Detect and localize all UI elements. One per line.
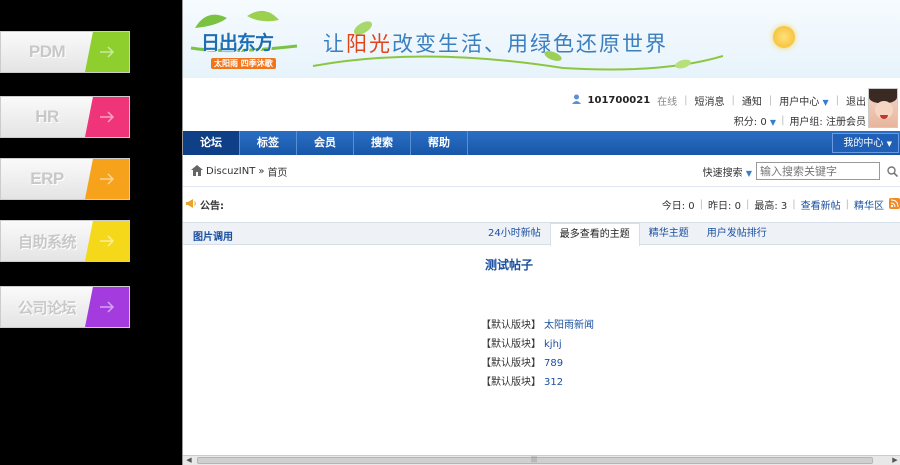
nav-item-0[interactable]: 论坛 [183, 131, 240, 155]
chevron-down-icon: ▼ [769, 118, 777, 127]
scroll-right-icon: ▶ [892, 456, 898, 464]
browser-window: 日出东方 太阳雨 四季沐歌 让阳光改变生活、用绿色还原世界 101700021 … [182, 0, 900, 465]
post-title[interactable]: 测试帖子 [485, 256, 533, 273]
forum-stats: 今日: 0 | 昨日: 0 | 最高: 3 | 查看新帖 | 精华区 [662, 197, 900, 212]
list-item: 【默认版块】 kjhj [481, 335, 594, 354]
notify-link[interactable]: 通知 [742, 93, 762, 108]
points-menu[interactable]: 积分: 0 ▼ [734, 113, 776, 128]
list-item: 【默认版块】 太阳雨新闻 [481, 316, 594, 335]
breadcrumb: DiscuzINT » 首页 [191, 164, 287, 179]
panel-tab-1[interactable]: 最多查看的主题 [549, 223, 640, 246]
post-board[interactable]: 【默认版块】 [481, 316, 541, 335]
panel-title: 图片调用 [193, 232, 233, 243]
sidebar-tile-3[interactable]: 自助系统 [0, 220, 130, 262]
post-link[interactable]: kjhj [544, 335, 562, 354]
sidebar-tile-0[interactable]: PDM [0, 31, 130, 73]
rss-icon[interactable] [889, 197, 900, 212]
user-icon [571, 94, 581, 107]
announcement: 公告: [185, 197, 224, 212]
post-board[interactable]: 【默认版块】 [481, 373, 541, 392]
user-bar: 101700021 在线 | 短消息 | 通知 | 用户中心 ▼ | 退出 [571, 93, 866, 108]
image-panel-header: 图片调用 24小时新帖 最多查看的主题 精华主题 用户发帖排行 [183, 222, 900, 246]
digest-zone-link[interactable]: 精华区 [854, 197, 884, 212]
list-item: 【默认版块】 789 [481, 354, 594, 373]
user-group: 用户组: 注册会员 [789, 117, 866, 128]
site-banner: 日出东方 太阳雨 四季沐歌 让阳光改变生活、用绿色还原世界 [183, 0, 900, 78]
user-center-menu[interactable]: 用户中心 ▼ [779, 93, 828, 108]
megaphone-icon [185, 198, 197, 212]
username[interactable]: 101700021 [588, 95, 651, 106]
list-item: 【默认版块】 312 [481, 373, 594, 392]
post-board[interactable]: 【默认版块】 [481, 354, 541, 373]
search-scope-menu[interactable]: 快速搜索 ▼ [703, 164, 752, 179]
online-status: 在线 [657, 97, 678, 108]
home-icon[interactable] [191, 164, 203, 179]
nav-item-1[interactable]: 标签 [240, 131, 297, 155]
stat-today: 今日: 0 [661, 201, 695, 212]
logo-title: 日出东方 [201, 32, 274, 54]
logo-subtitle: 太阳雨 四季沐歌 [211, 58, 276, 69]
horizontal-scrollbar[interactable]: ◀ ||| ▶ [183, 455, 900, 465]
post-link[interactable]: 789 [544, 354, 563, 373]
post-link[interactable]: 312 [544, 373, 563, 392]
quick-search: 快速搜索 ▼ [703, 162, 900, 180]
sidebar-tile-2[interactable]: ERP [0, 158, 130, 200]
post-list: 【默认版块】 太阳雨新闻 【默认版块】 kjhj 【默认版块】 789 【默认版块】 312 [481, 316, 594, 392]
post-board[interactable]: 【默认版块】 [481, 335, 541, 354]
breadcrumb-page: 首页 [267, 168, 288, 179]
chevron-down-icon: ▼ [822, 98, 829, 107]
avatar[interactable] [868, 88, 898, 128]
sidebar-tile-label: PDM [28, 42, 66, 61]
main-nav: 论坛 标签 会员 搜索 帮助 我的中心 ▼ [183, 131, 900, 155]
nav-item-2[interactable]: 会员 [297, 131, 354, 155]
panel-tab-0[interactable]: 24小时新帖 [479, 223, 550, 245]
my-center-button[interactable]: 我的中心 ▼ [832, 133, 899, 153]
sidebar-tile-label: 自助系统 [17, 233, 77, 251]
breadcrumb-site[interactable]: DiscuzINT [206, 166, 255, 177]
site-logo[interactable]: 日出东方 太阳雨 四季沐歌 [187, 8, 307, 70]
search-input[interactable] [756, 162, 880, 180]
stat-max: 最高: 3 [754, 201, 788, 212]
logout-link[interactable]: 退出 [846, 93, 866, 108]
nav-item-3[interactable]: 搜索 [354, 131, 411, 155]
sidebar-tile-label: ERP [30, 169, 64, 188]
scroll-left-icon: ◀ [186, 456, 192, 464]
stat-yesterday: 昨日: 0 [708, 201, 741, 212]
search-icon[interactable] [884, 162, 900, 180]
messages-link[interactable]: 短消息 [695, 93, 725, 108]
sidebar-tile-1[interactable]: HR [0, 96, 130, 138]
sidebar-tile-4[interactable]: 公司论坛 [0, 286, 130, 328]
banner-slogan: 让阳光改变生活、用绿色还原世界 [323, 32, 668, 56]
nav-item-4[interactable]: 帮助 [411, 131, 468, 155]
panel-tab-3[interactable]: 用户发帖排行 [698, 223, 776, 245]
sun-icon [773, 26, 795, 48]
panel-tab-2[interactable]: 精华主题 [640, 223, 698, 245]
sidebar-tile-label: HR [35, 107, 59, 126]
post-link[interactable]: 太阳雨新闻 [544, 316, 594, 335]
sidebar-tile-label: 公司论坛 [17, 299, 77, 317]
new-posts-link[interactable]: 查看新帖 [801, 197, 841, 212]
user-info-bar: 积分: 0 ▼ | 用户组: 注册会员 [733, 113, 866, 128]
